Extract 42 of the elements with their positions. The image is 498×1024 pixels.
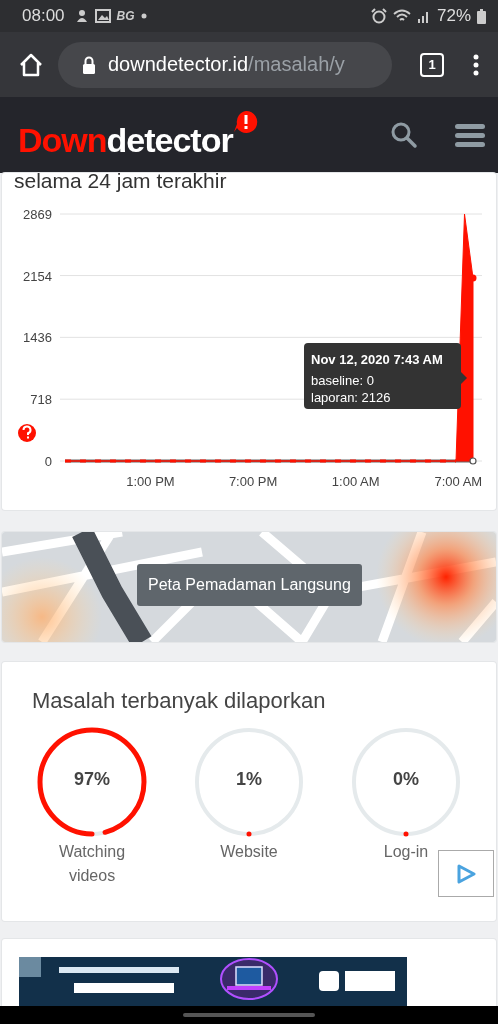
alarm-icon bbox=[370, 8, 387, 24]
percent-label: 97% bbox=[73, 769, 111, 790]
tab-count-button[interactable]: 1 bbox=[420, 52, 444, 77]
y-axis-label: 718 bbox=[30, 392, 52, 408]
tooltip-text: baseline: 0 bbox=[311, 373, 374, 388]
battery-icon bbox=[477, 8, 486, 24]
x-axis-label: 1:00 AM bbox=[331, 474, 380, 489]
y-axis-label: 0 bbox=[44, 454, 52, 469]
dot-icon bbox=[140, 13, 147, 19]
image-icon bbox=[94, 9, 111, 23]
home-icon[interactable] bbox=[18, 51, 44, 78]
play-icon bbox=[456, 863, 476, 884]
y-axis-label: 1436 bbox=[23, 330, 52, 346]
x-axis-label: 7:00 AM bbox=[434, 474, 483, 489]
map-button[interactable]: Peta Pemadaman Langsung bbox=[137, 564, 362, 606]
y-axis-label: 2869 bbox=[23, 207, 52, 222]
help-icon[interactable] bbox=[18, 424, 36, 442]
tooltip-title: Nov 12, 2020 7:43 AM bbox=[311, 352, 443, 367]
search-icon[interactable] bbox=[390, 121, 418, 149]
percent-label: 1% bbox=[235, 769, 263, 790]
lock-icon bbox=[82, 55, 96, 74]
menu-icon[interactable] bbox=[454, 122, 486, 148]
data-point bbox=[469, 457, 477, 465]
more-icon[interactable] bbox=[472, 52, 480, 77]
x-axis-label: 7:00 PM bbox=[228, 474, 278, 489]
x-axis-label: 1:00 PM bbox=[126, 474, 175, 489]
clock: 08:00 bbox=[22, 6, 65, 26]
ad-badge[interactable] bbox=[438, 850, 494, 897]
data-point bbox=[469, 274, 477, 282]
status-text: BG bbox=[116, 9, 135, 23]
signal-icon bbox=[416, 9, 431, 23]
chart-title: selama 24 jam terakhir bbox=[13, 173, 228, 193]
percent-label: 0% bbox=[392, 769, 420, 790]
y-axis-label: 2154 bbox=[23, 268, 52, 284]
problem-label: Log-in bbox=[382, 842, 430, 862]
wifi-icon bbox=[392, 9, 411, 23]
battery-level: 72% bbox=[436, 6, 471, 26]
section-title: Masalah terbanyak dilaporkan bbox=[32, 687, 327, 714]
problem-label: Website bbox=[219, 842, 279, 862]
address-bar[interactable]: downdetector.id/masalah/y bbox=[58, 41, 392, 88]
tooltip-text: laporan: 2126 bbox=[311, 390, 391, 405]
problem-label: Watching videos bbox=[57, 842, 127, 886]
